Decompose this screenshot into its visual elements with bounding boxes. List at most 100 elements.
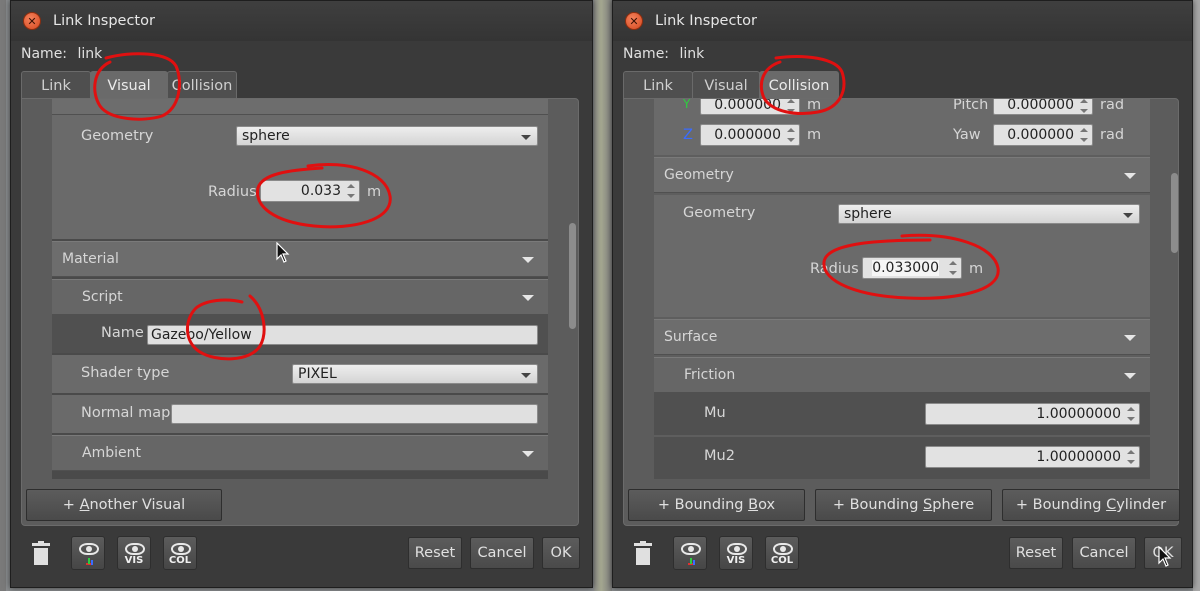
geometry-section: Geometry sphere Radius 0.033000 m (654, 195, 1150, 317)
add-bounding-cylinder-button[interactable]: + Bounding Cylinder (1002, 489, 1180, 521)
section-header-geometry-top[interactable] (52, 99, 548, 115)
mu-label: Mu (704, 405, 726, 421)
geometry-dropdown[interactable]: sphere (236, 126, 538, 146)
spin-arrows-icon[interactable] (949, 260, 958, 276)
collision-scroll-area[interactable]: Y 0.000000 m Pitch 0.000000 rad Z 0.0000… (654, 99, 1150, 479)
pose-pitch-value: 0.000000 (1007, 99, 1074, 113)
tab-visual[interactable]: Visual (90, 71, 168, 99)
cancel-button[interactable]: Cancel (1072, 537, 1136, 569)
radius-spinbox[interactable]: 0.033000 (862, 257, 962, 279)
mu-spinbox[interactable]: 1.00000000 (925, 403, 1140, 425)
eye-icon (171, 543, 191, 555)
toggle-visibility-button[interactable] (71, 536, 105, 570)
section-header-surface[interactable]: Surface (654, 319, 1150, 355)
pose-yaw-value: 0.000000 (1007, 127, 1074, 143)
name-label: Name: (623, 46, 670, 62)
link-name-row: Name: link (623, 46, 704, 62)
chevron-down-icon (522, 451, 534, 457)
trash-icon[interactable] (32, 541, 50, 565)
pose-y-spinbox[interactable]: 0.000000 (700, 99, 800, 115)
add-visual-button[interactable]: + Another Visual (26, 489, 222, 521)
chevron-down-icon (521, 135, 531, 140)
mu2-spinbox[interactable]: 1.00000000 (925, 446, 1140, 468)
geometry-dropdown[interactable]: sphere (838, 204, 1140, 224)
window-title: Link Inspector (655, 13, 757, 29)
bsphere-prefix: + Bounding (832, 497, 924, 513)
title-bar: ✕ Link Inspector (11, 1, 592, 41)
reset-button[interactable]: Reset (1009, 537, 1063, 569)
section-header-ambient[interactable]: Ambient (52, 435, 548, 471)
pose-z-spinbox[interactable]: 0.000000 (700, 124, 800, 146)
toggle-vis-button[interactable]: VIS (719, 536, 753, 570)
spin-arrows-icon[interactable] (787, 99, 796, 114)
chevron-down-icon (1124, 335, 1136, 341)
section-header-friction[interactable]: Friction (654, 357, 1150, 393)
bbox-hotkey: B (748, 497, 759, 513)
script-name-field[interactable]: Gazebo/Yellow (147, 325, 538, 345)
bsphere-rest: phere (932, 497, 975, 513)
toggle-visibility-button[interactable] (673, 536, 707, 570)
visual-panel: Geometry sphere Radius 0.033 m Material … (21, 98, 579, 526)
add-visual-rest: nother Visual (89, 497, 186, 513)
ambient-header: Ambient (82, 445, 141, 461)
pose-pitch-spinbox[interactable]: 0.000000 (993, 99, 1093, 115)
mu-value: 1.00000000 (1036, 406, 1121, 422)
radius-unit: m (969, 261, 984, 277)
close-icon[interactable]: ✕ (23, 12, 41, 30)
geometry-section: Geometry sphere Radius 0.033 m (52, 115, 548, 239)
toggle-vis-button[interactable]: VIS (117, 536, 151, 570)
add-bounding-box-button[interactable]: + Bounding Box (628, 489, 805, 521)
pose-y-label: Y (683, 99, 691, 111)
tab-link[interactable]: Link (623, 71, 693, 99)
collision-scrollbar[interactable] (1171, 173, 1178, 253)
section-header-geometry[interactable]: Geometry (654, 157, 1150, 193)
tab-collision[interactable]: Collision (167, 71, 237, 99)
toggle-col-button[interactable]: COL (163, 536, 197, 570)
pose-z-label: Z (683, 127, 693, 143)
trash-icon[interactable] (634, 541, 652, 565)
ok-button[interactable]: OK (1144, 537, 1182, 569)
window-title: Link Inspector (53, 13, 155, 29)
spin-arrows-icon[interactable] (1080, 99, 1089, 114)
spin-arrows-icon[interactable] (347, 183, 356, 199)
surface-header: Surface (664, 329, 718, 345)
visual-scrollbar[interactable] (569, 223, 576, 329)
section-header-material[interactable]: Material (52, 241, 548, 277)
spin-arrows-icon[interactable] (787, 127, 796, 143)
tab-collision[interactable]: Collision (759, 71, 839, 99)
pose-pitch-unit: rad (1100, 99, 1125, 113)
reset-button[interactable]: Reset (408, 537, 462, 569)
cancel-button[interactable]: Cancel (470, 537, 534, 569)
radius-value: 0.033 (300, 183, 341, 199)
ok-button[interactable]: OK (542, 537, 580, 569)
geometry-header: Geometry (664, 167, 734, 183)
spin-arrows-icon[interactable] (1127, 406, 1136, 422)
section-header-script[interactable]: Script (52, 279, 548, 315)
pose-y-unit: m (807, 99, 822, 113)
link-inspector-window-visual: ✕ Link Inspector Name: link Link Visual … (10, 0, 593, 588)
link-name-row: Name: link (21, 46, 102, 62)
background-left (0, 0, 6, 591)
spin-arrows-icon[interactable] (1080, 127, 1089, 143)
visual-scroll-area[interactable]: Geometry sphere Radius 0.033 m Material … (52, 99, 548, 479)
chevron-down-icon (521, 373, 531, 378)
pose-pitch-label: Pitch (953, 99, 989, 113)
script-name-row: Name Gazebo/Yellow (52, 315, 548, 353)
radius-value: 0.033000 (872, 260, 939, 276)
shader-type-dropdown[interactable]: PIXEL (292, 364, 538, 384)
close-icon[interactable]: ✕ (625, 12, 643, 30)
pose-y-value: 0.000000 (714, 99, 781, 113)
chevron-down-icon (1124, 173, 1136, 179)
eye-icon (727, 543, 747, 555)
toggle-col-button[interactable]: COL (765, 536, 799, 570)
add-bounding-sphere-button[interactable]: + Bounding Sphere (815, 489, 992, 521)
normal-map-field[interactable] (171, 404, 538, 424)
spin-arrows-icon[interactable] (1127, 449, 1136, 465)
pose-yaw-spinbox[interactable]: 0.000000 (993, 124, 1093, 146)
script-name-value: Gazebo/Yellow (151, 327, 252, 343)
radius-spinbox[interactable]: 0.033 (260, 180, 360, 202)
col-tag: COL (770, 555, 794, 566)
tab-link[interactable]: Link (21, 71, 91, 99)
add-visual-hotkey: A (79, 497, 90, 513)
tab-visual[interactable]: Visual (692, 71, 760, 99)
